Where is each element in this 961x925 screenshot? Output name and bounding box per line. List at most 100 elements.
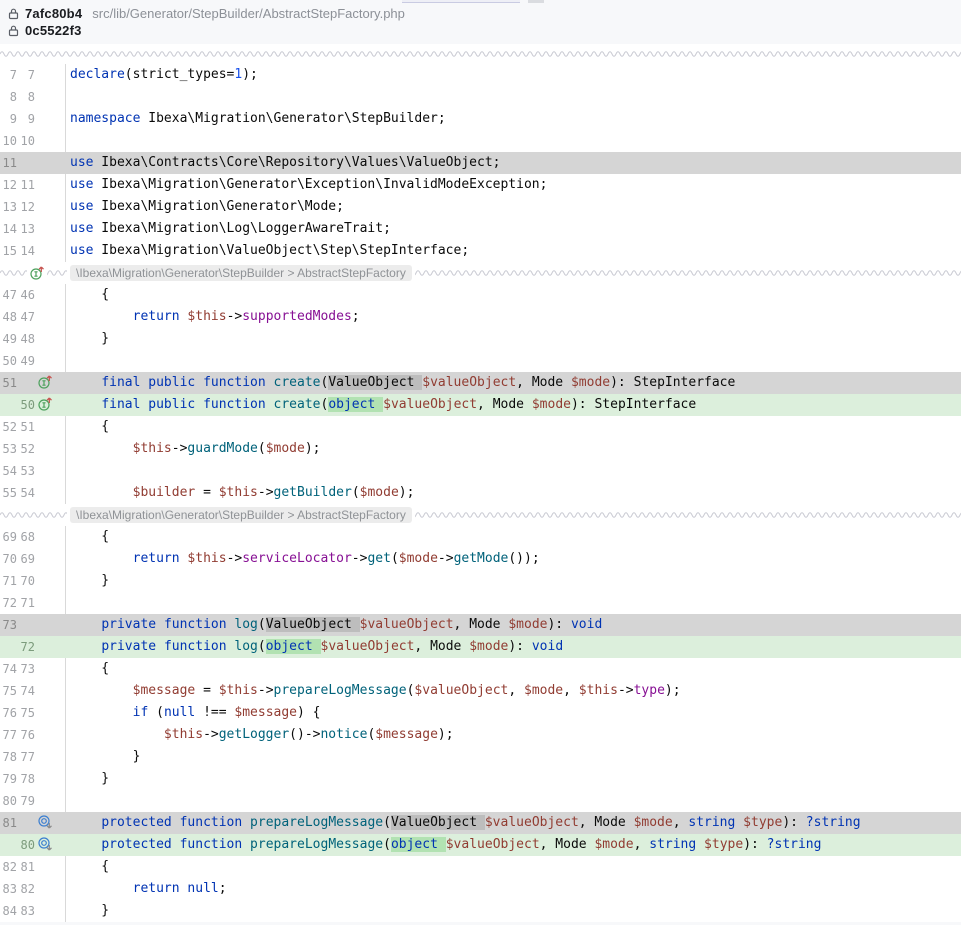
code-token: }: [70, 771, 109, 786]
new-line-number: 7: [19, 68, 35, 82]
diff-row: 4948 }: [0, 328, 961, 350]
code-line[interactable]: [66, 350, 961, 372]
old-line-number: 54: [2, 464, 17, 478]
code-token: [70, 309, 133, 324]
code-token: supportedModes: [242, 309, 352, 324]
code-line[interactable]: {: [66, 416, 961, 438]
code-token: $mode: [508, 617, 547, 632]
code-line[interactable]: {: [66, 856, 961, 878]
gutter-icon-slot: [37, 396, 55, 415]
old-line-number: 47: [2, 288, 17, 302]
code-line[interactable]: return null;: [66, 878, 961, 900]
code-token: [156, 639, 164, 654]
code-line[interactable]: namespace Ibexa\Migration\Generator\Step…: [66, 108, 961, 130]
code-token: );: [305, 441, 321, 456]
code-line[interactable]: [66, 592, 961, 614]
code-line[interactable]: use Ibexa\Migration\Generator\Mode;: [66, 196, 961, 218]
gutter: 5554: [0, 482, 66, 504]
code-token: ->: [258, 683, 274, 698]
old-line-number: 81: [2, 816, 17, 830]
new-line-number: 76: [19, 728, 35, 742]
code-token: $mode: [634, 815, 673, 830]
old-line-number: 49: [2, 332, 17, 346]
code-line[interactable]: final public function create(object $val…: [66, 394, 961, 416]
code-line[interactable]: }: [66, 746, 961, 768]
code-line[interactable]: }: [66, 328, 961, 350]
code-token: ()->: [289, 727, 320, 742]
code-line[interactable]: if (null !== $message) {: [66, 702, 961, 724]
overriding-method-icon[interactable]: [37, 836, 53, 855]
code-line[interactable]: $this->guardMode($mode);: [66, 438, 961, 460]
code-line[interactable]: declare(strict_types=1);: [66, 64, 961, 86]
code-line[interactable]: use Ibexa\Migration\Log\LoggerAwareTrait…: [66, 218, 961, 240]
overriding-method-icon[interactable]: [37, 814, 53, 833]
old-line-number: 75: [2, 684, 17, 698]
diff-row-added: 80 protected function prepareLogMessage(…: [0, 834, 961, 856]
code-token: (: [148, 705, 164, 720]
implements-method-icon[interactable]: [27, 265, 47, 281]
new-line-number: 70: [19, 574, 35, 588]
code-line[interactable]: [66, 460, 961, 482]
code-token: ValueObject: [391, 815, 485, 830]
code-token: ):: [508, 639, 531, 654]
code-token: use: [70, 221, 93, 236]
code-line[interactable]: use Ibexa\Migration\ValueObject\Step\Ste…: [66, 240, 961, 262]
code-line[interactable]: {: [66, 658, 961, 680]
code-line[interactable]: private function log(object $valueObject…: [66, 636, 961, 658]
code-line[interactable]: $builder = $this->getBuilder($mode);: [66, 482, 961, 504]
code-token: [70, 441, 133, 456]
implements-method-icon[interactable]: [37, 396, 53, 415]
code-line[interactable]: {: [66, 284, 961, 306]
commit-hash-new[interactable]: 0c5522f3: [25, 23, 82, 38]
gutter: 8079: [0, 790, 66, 812]
code-token: notice: [320, 727, 367, 742]
code-token: $message: [375, 727, 438, 742]
code-line[interactable]: }: [66, 768, 961, 790]
code-token: Ibexa\Migration\ValueObject\Step\StepInt…: [93, 243, 469, 258]
clipped-toolbar-element: [402, 0, 520, 3]
collapsed-region-breadcrumb[interactable]: \Ibexa\Migration\Generator\StepBuilder >…: [70, 507, 412, 523]
gutter: 8483: [0, 900, 66, 922]
collapsed-region-separator[interactable]: \Ibexa\Migration\Generator\StepBuilder >…: [0, 262, 961, 284]
old-line-number: 72: [2, 596, 17, 610]
code-line[interactable]: protected function prepareLogMessage(obj…: [66, 834, 961, 856]
code-line[interactable]: return $this->serviceLocator->get($mode-…: [66, 548, 961, 570]
code-line[interactable]: [66, 86, 961, 108]
code-line[interactable]: $message = $this->prepareLogMessage($val…: [66, 680, 961, 702]
code-line[interactable]: protected function prepareLogMessage(Val…: [66, 812, 961, 834]
clipped-toolbar-element: [528, 0, 544, 3]
diff-row: 7776 $this->getLogger()->notice($message…: [0, 724, 961, 746]
new-line-number: 11: [19, 178, 35, 192]
old-line-number: 80: [2, 794, 17, 808]
code-line[interactable]: $this->getLogger()->notice($message);: [66, 724, 961, 746]
code-token: ,: [563, 683, 579, 698]
commit-hash-old[interactable]: 7afc80b4: [25, 6, 82, 21]
collapsed-region-breadcrumb[interactable]: \Ibexa\Migration\Generator\StepBuilder >…: [70, 265, 412, 281]
code-token: $this: [219, 485, 258, 500]
code-token: [266, 397, 274, 412]
code-token: $mode: [360, 485, 399, 500]
code-token: null: [164, 705, 195, 720]
code-line[interactable]: return $this->supportedModes;: [66, 306, 961, 328]
code-line[interactable]: {: [66, 526, 961, 548]
old-line-number: 7: [2, 68, 17, 82]
code-line[interactable]: [66, 130, 961, 152]
code-token: $valueObject: [485, 815, 579, 830]
code-token: ->: [203, 727, 219, 742]
code-line[interactable]: use Ibexa\Migration\Generator\Exception\…: [66, 174, 961, 196]
implements-method-icon[interactable]: [37, 374, 53, 393]
code-token: ) {: [297, 705, 320, 720]
code-line[interactable]: }: [66, 570, 961, 592]
code-line[interactable]: use Ibexa\Contracts\Core\Repository\Valu…: [66, 152, 961, 174]
code-token: ->: [438, 551, 454, 566]
code-token: use: [70, 199, 93, 214]
old-line-number: 13: [2, 200, 17, 214]
code-token: [70, 815, 101, 830]
code-line[interactable]: private function log(ValueObject $valueO…: [66, 614, 961, 636]
code-line[interactable]: final public function create(ValueObject…: [66, 372, 961, 394]
code-token: ValueObject: [266, 617, 360, 632]
code-line[interactable]: }: [66, 900, 961, 922]
code-line[interactable]: [66, 790, 961, 812]
diff-row: 7877 }: [0, 746, 961, 768]
collapsed-region-separator[interactable]: \Ibexa\Migration\Generator\StepBuilder >…: [0, 504, 961, 526]
